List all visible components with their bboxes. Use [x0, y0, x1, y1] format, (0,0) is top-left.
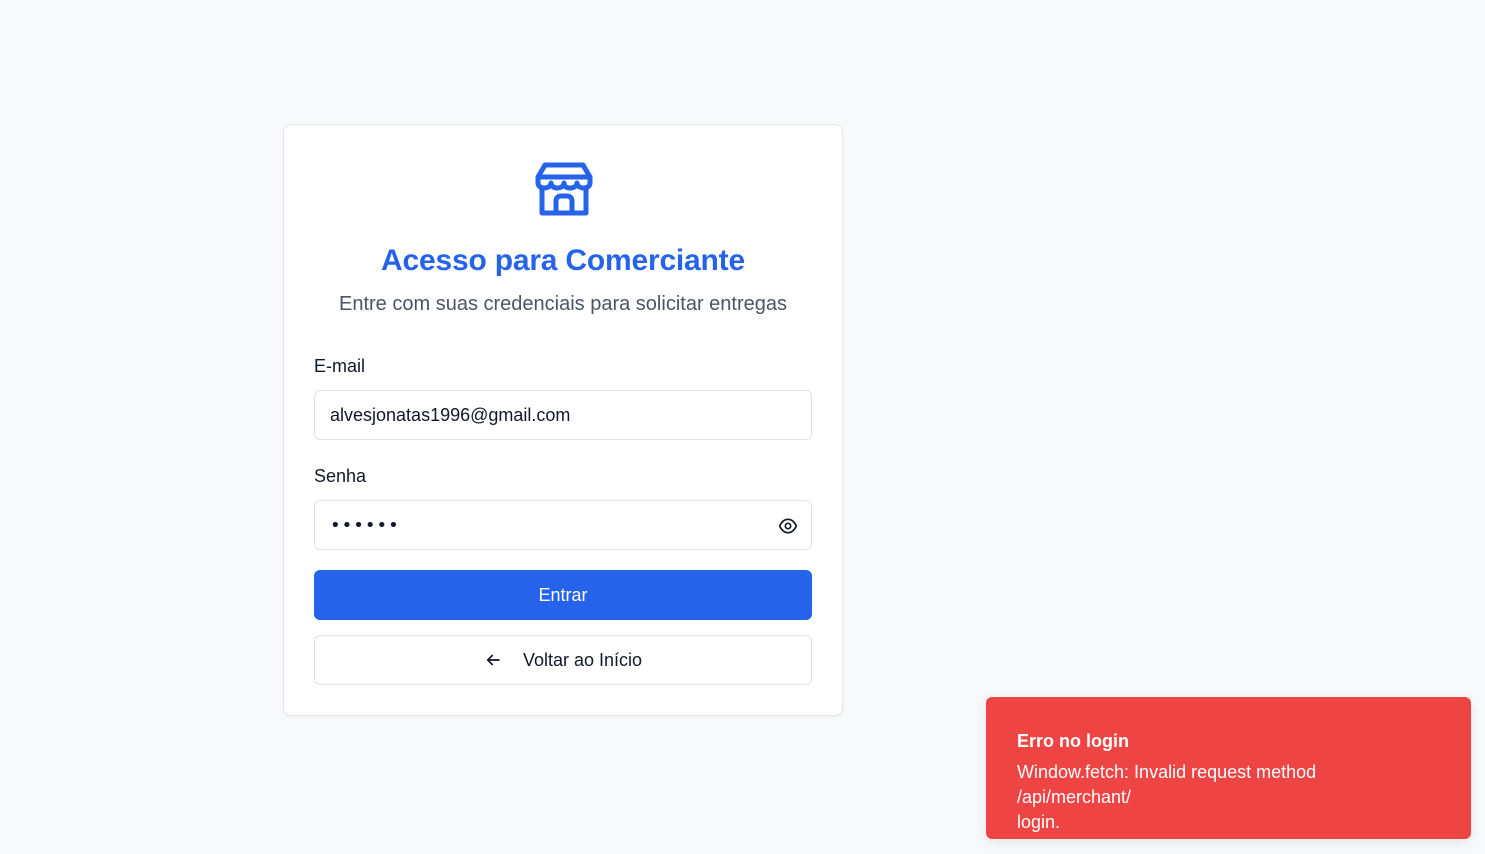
page-title: Acesso para Comerciante — [381, 244, 745, 277]
email-label: E-mail — [314, 356, 366, 376]
back-home-button[interactable]: Voltar ao Início — [314, 635, 812, 685]
login-button[interactable]: Entrar — [314, 570, 812, 620]
error-toast[interactable]: Erro no login Window.fetch: Invalid requ… — [986, 697, 1471, 839]
toast-title: Erro no login — [1017, 731, 1129, 751]
page-subtitle: Entre com suas credenciais para solicita… — [339, 293, 787, 315]
store-icon — [535, 162, 593, 216]
eye-icon — [778, 518, 798, 534]
password-field[interactable]: •••••• — [314, 500, 812, 550]
show-password-button[interactable] — [777, 515, 799, 537]
password-value: •••••• — [330, 514, 400, 536]
arrow-left-icon — [484, 651, 502, 669]
email-field[interactable]: alvesjonatas1996@gmail.com — [314, 390, 812, 440]
email-value: alvesjonatas1996@gmail.com — [330, 404, 571, 425]
merchant-login-page: Acesso para Comerciante Entre com suas c… — [0, 0, 1485, 854]
login-card: Acesso para Comerciante Entre com suas c… — [283, 124, 843, 716]
back-home-label: Voltar ao Início — [522, 649, 643, 670]
password-label: Senha — [314, 466, 367, 486]
toast-message: Window.fetch: Invalid request method /ap… — [1017, 762, 1317, 832]
